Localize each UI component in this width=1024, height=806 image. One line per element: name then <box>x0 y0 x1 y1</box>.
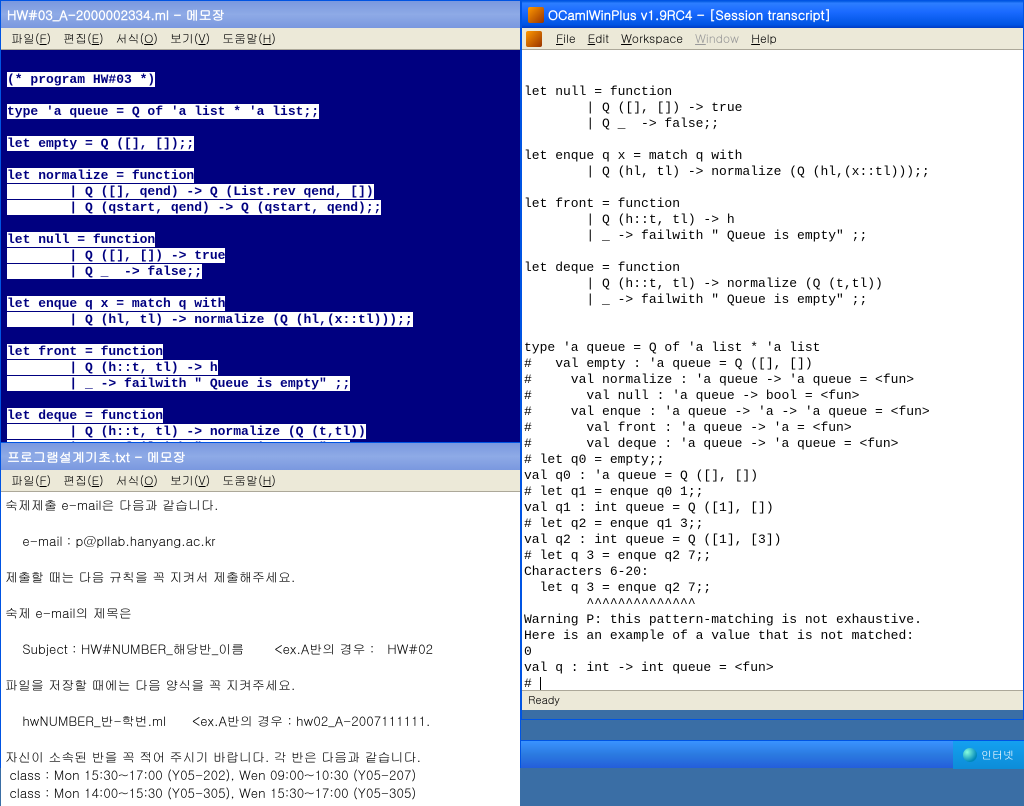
code-line: | Q ([], []) -> true <box>7 248 514 264</box>
code-line: | Q (h::t, tl) -> h <box>7 360 514 376</box>
code-line <box>7 280 514 296</box>
titlebar-1[interactable]: HW#03_A-2000002334.ml - 메모장 <box>1 1 520 28</box>
menubar-3[interactable]: FileEditWorkspaceWindowHelp <box>522 28 1023 50</box>
code-line: | Q ([], qend) -> Q (List.rev qend, []) <box>7 184 514 200</box>
editor-window-1: HW#03_A-2000002334.ml - 메모장 파일(F)편집(E)서식… <box>0 0 521 442</box>
code-line: let empty = Q ([], []);; <box>7 136 514 152</box>
menu-item[interactable]: Edit <box>582 28 615 49</box>
menu-item[interactable]: Workspace <box>615 28 689 49</box>
menu-item[interactable]: Window <box>689 28 745 49</box>
ocaml-window: OCamlWinPlus v1.9RC4 - [Session transcri… <box>521 0 1024 720</box>
menu-item[interactable]: 도움말(H) <box>216 28 282 49</box>
menubar-2[interactable]: 파일(F)편집(E)서식(O)보기(V)도움말(H) <box>1 470 520 492</box>
editor-window-2: 프로그램설계기초.txt - 메모장 파일(F)편집(E)서식(O)보기(V)도… <box>0 442 521 768</box>
menu-item[interactable]: 도움말(H) <box>216 470 282 491</box>
code-line <box>7 152 514 168</box>
titlebar-3[interactable]: OCamlWinPlus v1.9RC4 - [Session transcri… <box>522 1 1023 28</box>
menu-item[interactable]: Help <box>745 28 783 49</box>
code-line <box>7 56 514 72</box>
menu-item[interactable]: 보기(V) <box>164 28 216 49</box>
code-line: let null = function <box>7 232 514 248</box>
system-tray[interactable]: 인터넷 <box>953 741 1024 769</box>
code-line: type 'a queue = Q of 'a list * 'a list;; <box>7 104 514 120</box>
window-title-2: 프로그램설계기초.txt - 메모장 <box>7 447 186 466</box>
ocaml-icon <box>528 7 544 23</box>
code-line <box>7 328 514 344</box>
code-line <box>7 392 514 408</box>
menu-item[interactable]: 편집(E) <box>57 470 110 491</box>
menu-item[interactable]: 파일(F) <box>5 28 57 49</box>
code-line: | Q (h::t, tl) -> normalize (Q (t,tl)) <box>7 424 514 440</box>
menu-item[interactable]: 서식(O) <box>110 28 164 49</box>
text-cursor <box>540 677 541 690</box>
code-line: let deque = function <box>7 408 514 424</box>
code-line: let front = function <box>7 344 514 360</box>
code-line <box>7 216 514 232</box>
ocaml-transcript[interactable]: let null = function | Q ([], []) -> true… <box>522 50 1023 690</box>
ocaml-text: let null = function | Q ([], []) -> true… <box>524 84 930 690</box>
tray-label: 인터넷 <box>981 748 1014 763</box>
menu-item[interactable]: 파일(F) <box>5 470 57 491</box>
code-area-1[interactable]: (* program HW#03 *) type 'a queue = Q of… <box>1 50 520 442</box>
code-line: let normalize = function <box>7 168 514 184</box>
notepad-body[interactable]: 숙제제출 e-mail은 다음과 같습니다. e-mail : p@pllab.… <box>1 492 520 806</box>
menubar-1[interactable]: 파일(F)편집(E)서식(O)보기(V)도움말(H) <box>1 28 520 50</box>
globe-icon <box>963 748 977 762</box>
titlebar-2[interactable]: 프로그램설계기초.txt - 메모장 <box>1 443 520 470</box>
code-line: | Q (qstart, qend) -> Q (qstart, qend);; <box>7 200 514 216</box>
code-line: | Q _ -> false;; <box>7 264 514 280</box>
app-icon <box>526 31 542 47</box>
statusbar: Ready <box>522 690 1023 710</box>
code-line: | Q (hl, tl) -> normalize (Q (hl,(x::tl)… <box>7 312 514 328</box>
code-line: (* program HW#03 *) <box>7 72 514 88</box>
menu-item[interactable]: 서식(O) <box>110 470 164 491</box>
window-title-1: HW#03_A-2000002334.ml - 메모장 <box>7 5 225 24</box>
status-text: Ready <box>528 693 560 708</box>
code-line <box>7 88 514 104</box>
menu-item[interactable]: 보기(V) <box>164 470 216 491</box>
code-line: | _ -> failwith " Queue is empty" ;; <box>7 376 514 392</box>
taskbar[interactable]: 인터넷 <box>521 740 1024 768</box>
code-line: let enque q x = match q with <box>7 296 514 312</box>
menu-item[interactable]: 편집(E) <box>57 28 110 49</box>
menu-item[interactable]: File <box>550 28 582 49</box>
code-line <box>7 120 514 136</box>
window-title-3: OCamlWinPlus v1.9RC4 - [Session transcri… <box>548 5 831 24</box>
